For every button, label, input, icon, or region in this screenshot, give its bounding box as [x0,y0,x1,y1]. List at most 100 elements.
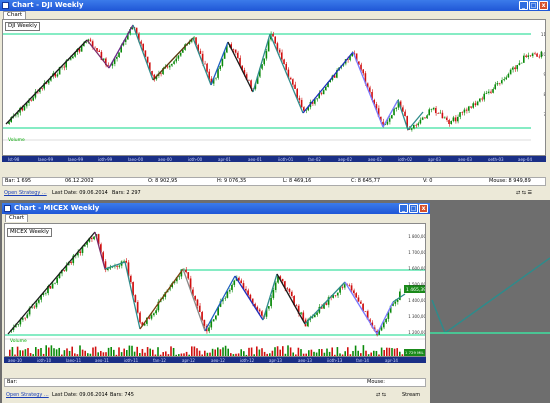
dji-candle [509,69,512,74]
volume-bar [256,346,258,356]
dji-candle [391,115,393,119]
dji-candle [388,118,391,122]
zigzag-segment [276,273,306,325]
projection-line [431,257,550,335]
micex-x-tick-label: aeo-11 [95,358,109,363]
zigzag-segment [192,37,212,86]
micex-candle [290,291,293,296]
volume-bar [19,350,21,356]
volume-bar [219,349,222,356]
micex-candle [51,283,54,289]
zigzag-segment [304,281,346,325]
micex-y-tick-label: 1 500,00 [408,282,426,287]
dji-candle [303,107,305,111]
zigzag-segment [124,261,141,330]
dji-candle [175,58,177,62]
volume-bar [297,347,300,356]
maximize-icon[interactable]: □ [529,1,538,10]
dji-candle [417,123,419,126]
volume-bar [391,348,393,356]
micex-price-panel[interactable]: MICEX Weekly 1 465,39 1 729 MIL Volume 1 … [4,223,426,357]
dji-y-tick-label: 8 [543,92,546,97]
micex-tab-chart[interactable]: Chart [5,214,29,222]
micex-candle [63,270,65,271]
micex-candle [187,272,190,279]
close-icon[interactable]: x [419,204,428,213]
micex-candle [281,279,284,282]
volume-bar [326,348,328,356]
dji-title-bar[interactable]: Chart - DJI Weekly _ □ x [0,0,550,11]
volume-bar [331,347,333,356]
micex-title-bar[interactable]: Chart - MICEX Weekly _ □ x [2,203,430,214]
dji-candle [507,73,510,78]
close-icon[interactable]: x [539,1,548,10]
dji-chart-window: Chart - DJI Weekly _ □ x Chart DJI Weekl… [0,0,550,200]
status-open: O: 8 902,95 [148,178,178,184]
open-strategy-link[interactable]: Open Strategy ... [4,189,47,198]
dji-candle [206,63,208,72]
micex-candle [178,276,180,278]
bars-count-label: Bars: 745 [110,392,134,398]
volume-bar [71,346,73,356]
dji-volume-label: Volume [8,138,25,143]
micex-candle [364,311,367,312]
dji-candle [446,117,448,121]
volume-bar [128,345,131,356]
dji-candle [463,109,466,113]
micex-candle [17,324,19,325]
zigzag-segment [352,51,384,128]
dji-candle [386,121,389,125]
dji-x-tick-label: aeo-01 [248,157,262,162]
micex-candle [394,301,397,304]
dji-candle [89,39,92,42]
micex-candle [325,303,328,305]
micex-candle [136,302,139,313]
toolbar-icons[interactable]: ⇄ ⇆ [376,391,386,400]
open-strategy-link[interactable]: Open Strategy ... [6,391,49,400]
volume-bar [22,350,24,356]
volume-bar [396,348,398,356]
dji-tab-chart[interactable]: Chart [3,11,27,19]
status-close: C: 8 645,77 [351,178,381,184]
dji-price-panel[interactable]: DJI Weekly Volume 11 10 9 8 7 [2,19,546,156]
micex-candle [185,269,187,273]
micex-candle [355,293,357,298]
dji-x-tick-label: aep-02 [338,157,352,162]
zigzag-segment [302,51,354,114]
volume-bar [310,349,313,356]
dji-candle [452,117,455,121]
dji-x-tick-label: oeth-03 [488,157,504,162]
micex-candle [272,289,275,298]
zigzag-segment [94,231,106,270]
dji-candle [527,55,529,57]
maximize-icon[interactable]: □ [409,204,418,213]
micex-candle [348,285,351,286]
micex-candle [240,280,242,284]
status-bar-index: Bar: 1 695 [5,178,32,184]
dji-candle [360,64,362,70]
dji-candle [430,109,433,110]
minimize-icon[interactable]: _ [399,204,408,213]
volume-bar [40,347,42,356]
dji-candle [415,124,417,126]
minimize-icon[interactable]: _ [519,1,528,10]
dji-candle [160,73,162,75]
volume-bar [388,347,391,356]
stream-button[interactable]: Stream [402,391,420,400]
micex-x-tick-label: ioth-11 [124,358,139,363]
dji-candle [494,84,496,90]
micex-candle [49,286,52,289]
micex-candle [231,284,233,290]
dji-candle [72,56,74,59]
toolbar-icons[interactable]: ⇄ ⇆ ☰ [516,189,532,198]
zigzag-segment [269,33,304,114]
dji-y-tick-label: 7 [543,112,546,117]
micex-x-tick-label: Iaeo-11 [66,358,82,363]
zigzag-segment [227,41,254,93]
dji-candle [177,55,180,59]
micex-candle [54,282,56,284]
dji-candle [30,99,32,101]
dji-candle [516,64,518,70]
volume-bar [126,350,128,356]
dji-x-tick-label: aeo-03 [458,157,472,162]
